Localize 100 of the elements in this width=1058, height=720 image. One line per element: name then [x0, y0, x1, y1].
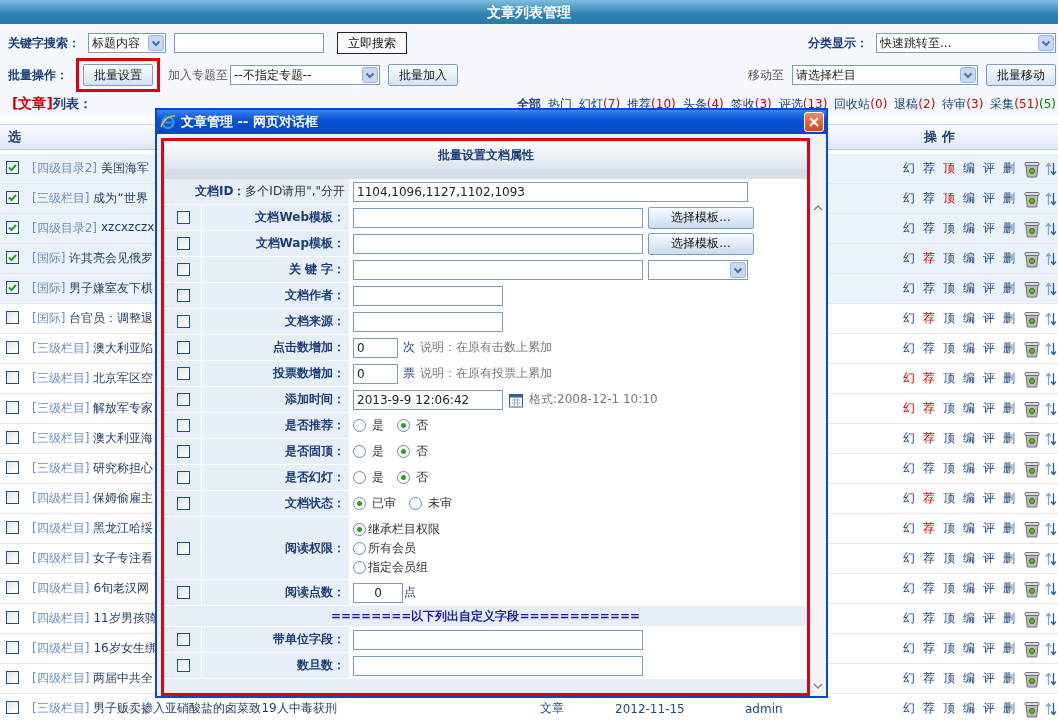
action-link[interactable]: 幻: [903, 550, 915, 567]
article-title[interactable]: 北京军区空: [93, 370, 154, 387]
action-link[interactable]: 幻: [903, 580, 915, 597]
action-link[interactable]: 荐: [923, 610, 935, 627]
points-field[interactable]: 0: [353, 582, 403, 603]
action-link[interactable]: 顶: [943, 550, 955, 567]
action-link[interactable]: 幻: [903, 490, 915, 507]
checkbox[interactable]: [6, 221, 19, 234]
radio-button[interactable]: [353, 445, 366, 458]
action-link[interactable]: 顶: [943, 250, 955, 267]
checkbox[interactable]: [177, 471, 190, 484]
action-link[interactable]: 荐: [923, 580, 935, 597]
move-dropdown[interactable]: 请选择栏目: [792, 65, 978, 85]
checkbox[interactable]: [6, 610, 19, 624]
template-field[interactable]: [353, 207, 643, 228]
action-link[interactable]: 顶: [943, 460, 955, 477]
choose-template-button[interactable]: 选择模板...: [648, 232, 754, 255]
action-link[interactable]: 荐: [923, 670, 935, 687]
action-link[interactable]: 评: [983, 250, 995, 267]
action-link[interactable]: 编: [963, 370, 975, 387]
action-link[interactable]: 荐: [923, 220, 935, 237]
text-field[interactable]: [353, 311, 503, 332]
action-link[interactable]: 评: [983, 490, 995, 507]
action-link[interactable]: 荐: [923, 700, 935, 717]
action-link[interactable]: 顶: [943, 340, 955, 357]
checkbox[interactable]: [6, 460, 19, 474]
action-link[interactable]: 顶: [943, 160, 955, 177]
checkbox[interactable]: [177, 497, 190, 510]
article-title[interactable]: 男子嫌室友下棋: [69, 280, 154, 297]
action-link[interactable]: 荐: [923, 160, 935, 177]
action-link[interactable]: 删: [1003, 190, 1015, 207]
action-link[interactable]: 顶: [943, 310, 955, 327]
radio-button[interactable]: [397, 445, 410, 458]
action-link[interactable]: 荐: [923, 430, 935, 447]
article-title[interactable]: 两届中共全: [93, 670, 154, 687]
action-link[interactable]: 幻: [903, 460, 915, 477]
checkbox[interactable]: [6, 430, 19, 444]
category-link[interactable]: [四级栏目]: [32, 610, 90, 627]
action-link[interactable]: 评: [983, 430, 995, 447]
checkbox[interactable]: [6, 281, 19, 294]
checkbox[interactable]: [177, 367, 190, 380]
category-link[interactable]: [国际]: [32, 310, 66, 327]
scrollbar[interactable]: [810, 200, 826, 694]
radio-button[interactable]: [353, 471, 366, 484]
action-link[interactable]: 编: [963, 460, 975, 477]
action-link[interactable]: 删: [1003, 610, 1015, 627]
action-link[interactable]: 荐: [923, 490, 935, 507]
action-link[interactable]: 幻: [903, 520, 915, 537]
search-field[interactable]: [174, 33, 324, 53]
action-link[interactable]: 删: [1003, 640, 1015, 657]
template-field[interactable]: [353, 233, 643, 254]
action-link[interactable]: 编: [963, 580, 975, 597]
action-link[interactable]: 幻: [903, 280, 915, 297]
action-link[interactable]: 编: [963, 160, 975, 177]
category-link[interactable]: [三级栏目]: [32, 700, 90, 717]
choose-template-button[interactable]: 选择模板...: [648, 206, 754, 229]
action-link[interactable]: 删: [1003, 220, 1015, 237]
action-link[interactable]: 编: [963, 640, 975, 657]
category-link[interactable]: [四级栏目]: [32, 670, 90, 687]
checkbox[interactable]: [177, 263, 190, 276]
article-title[interactable]: 黑龙江哈绥: [93, 520, 154, 537]
action-link[interactable]: 编: [963, 220, 975, 237]
action-link[interactable]: 荐: [923, 250, 935, 267]
action-link[interactable]: 编: [963, 250, 975, 267]
checkbox[interactable]: [6, 700, 19, 714]
checkbox[interactable]: [177, 419, 190, 432]
count-field[interactable]: 0: [353, 337, 398, 358]
action-link[interactable]: 荐: [923, 190, 935, 207]
action-link[interactable]: 幻: [903, 250, 915, 267]
action-link[interactable]: 删: [1003, 250, 1015, 267]
action-link[interactable]: 荐: [923, 460, 935, 477]
radio-button[interactable]: [353, 560, 366, 574]
action-link[interactable]: 顶: [943, 220, 955, 237]
checkbox[interactable]: [177, 315, 190, 328]
search-scope-dropdown[interactable]: 标题内容: [88, 33, 166, 53]
article-title[interactable]: 11岁男孩骑: [93, 610, 157, 627]
keyword-dropdown[interactable]: [648, 259, 748, 280]
action-link[interactable]: 顶: [943, 610, 955, 627]
action-link[interactable]: 编: [963, 610, 975, 627]
article-title[interactable]: 成为“世界: [93, 190, 148, 207]
action-link[interactable]: 荐: [923, 640, 935, 657]
checkbox[interactable]: [177, 341, 190, 354]
action-link[interactable]: 幻: [903, 700, 915, 717]
action-link[interactable]: 评: [983, 460, 995, 477]
action-link[interactable]: 评: [983, 580, 995, 597]
checkbox[interactable]: [177, 237, 190, 250]
checkbox[interactable]: [6, 490, 19, 504]
action-link[interactable]: 编: [963, 520, 975, 537]
keyword-field[interactable]: [353, 259, 643, 280]
article-title[interactable]: 男子贩卖掺入亚硝酸盐的卤菜致19人中毒获刑: [93, 700, 337, 717]
action-link[interactable]: 评: [983, 550, 995, 567]
action-link[interactable]: 评: [983, 340, 995, 357]
action-link[interactable]: 评: [983, 310, 995, 327]
checkbox[interactable]: [6, 670, 19, 684]
radio-button[interactable]: [353, 497, 366, 510]
radio-button[interactable]: [353, 522, 366, 536]
checkbox[interactable]: [177, 586, 190, 599]
action-link[interactable]: 评: [983, 610, 995, 627]
checkbox[interactable]: [177, 445, 190, 458]
action-link[interactable]: 顶: [943, 190, 955, 207]
